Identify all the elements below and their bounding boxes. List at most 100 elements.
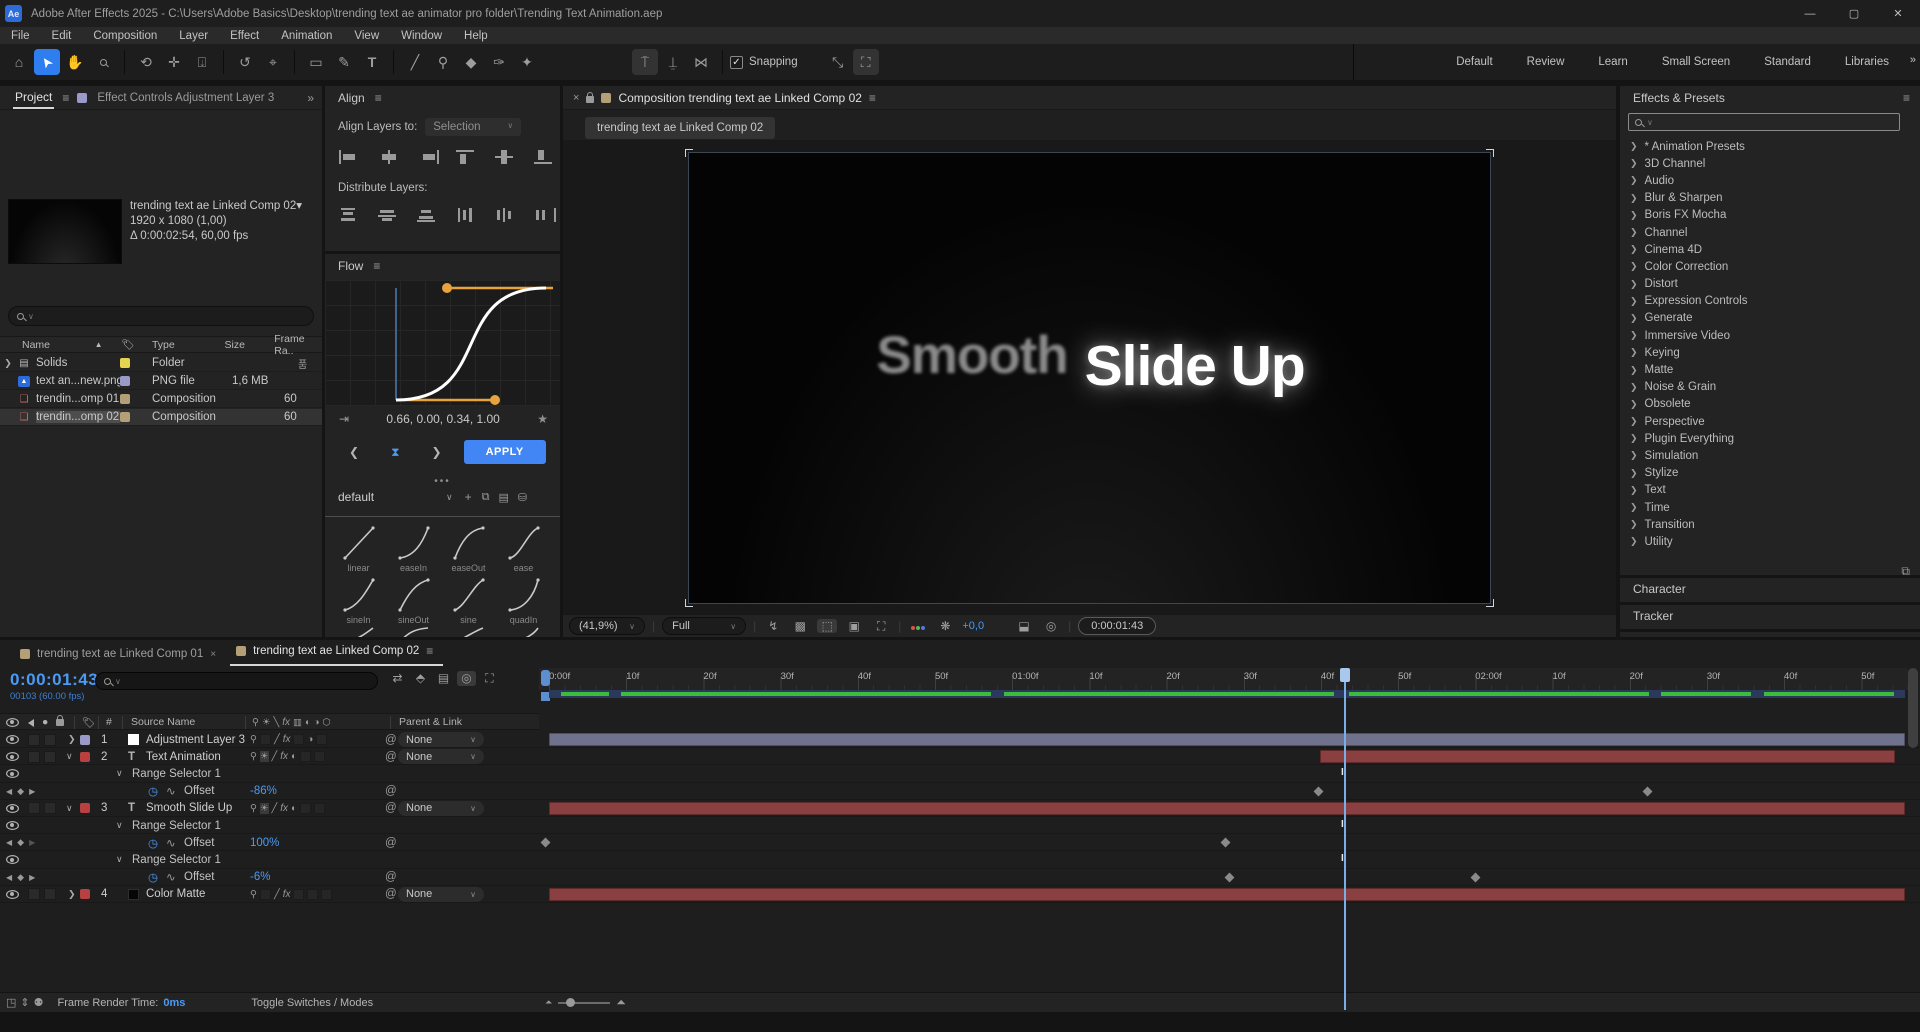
next-keyframe-icon[interactable]: ▶ (29, 787, 35, 796)
layer-name[interactable]: Color Matte (146, 886, 205, 903)
next-keyframe-icon[interactable]: ▶ (29, 873, 35, 882)
chevron-right-icon[interactable]: ❯ (1630, 296, 1638, 307)
project-row-comp01[interactable]: ❑ trendin...omp 01 Composition 60 (0, 391, 322, 408)
preset-sineOut[interactable]: sineOut (386, 574, 441, 625)
parent-link-column[interactable]: Parent & Link (399, 716, 462, 728)
expand-icon[interactable]: ❯ (0, 358, 16, 369)
preset-sine[interactable]: sine (441, 574, 496, 625)
parent-dropdown[interactable]: None∨ (398, 887, 484, 902)
effects-category[interactable]: ❯ Time (1620, 499, 1920, 516)
expand-icon[interactable]: ❯ (68, 886, 76, 903)
chevron-right-icon[interactable]: ❯ (1630, 158, 1638, 169)
shy-switch[interactable]: ⚲ (250, 751, 257, 762)
align-panel-title[interactable]: Align (338, 91, 365, 105)
zoom-knob[interactable] (566, 998, 575, 1007)
orbit-camera-tool-icon[interactable]: ⟲ (133, 49, 159, 75)
layer-name[interactable]: Adjustment Layer 3 (146, 731, 245, 748)
chevron-right-icon[interactable]: ❯ (1630, 502, 1638, 513)
preset-linear[interactable]: linear (331, 522, 386, 573)
pan-behind-tool-icon[interactable]: ⌖ (260, 49, 286, 75)
chevron-right-icon[interactable]: ❯ (1630, 210, 1638, 221)
collapse-icon[interactable]: ∨ (116, 851, 123, 868)
prev-preset-icon[interactable]: ❮ (349, 445, 359, 459)
solo-toggle[interactable] (28, 734, 40, 746)
chevron-right-icon[interactable]: ❯ (1630, 365, 1638, 376)
project-column-headers[interactable]: Name ▲ 🏷 Type Size Frame Ra.. (0, 336, 322, 353)
distribute-v-center-icon[interactable] (378, 208, 400, 222)
eye-icon[interactable] (6, 769, 19, 778)
quality-switch[interactable]: ╱ (274, 889, 280, 900)
lock-toggle[interactable] (44, 751, 56, 763)
chevron-right-icon[interactable]: ❯ (1630, 347, 1638, 358)
property-row-range-selector[interactable]: ∨ Range Selector 1 I (0, 817, 1920, 834)
zoom-tool-icon[interactable] (90, 49, 116, 75)
menu-item[interactable]: View (343, 30, 390, 42)
item-name[interactable]: trendin...omp 01 (36, 393, 120, 405)
chevron-right-icon[interactable]: ❯ (1630, 193, 1638, 204)
effects-category[interactable]: ❯ Blur & Sharpen (1620, 190, 1920, 207)
menu-item[interactable]: Help (453, 30, 499, 42)
lock-icon[interactable] (586, 96, 594, 103)
property-value[interactable]: -6% (250, 869, 270, 886)
panel-menu-icon[interactable]: ≡ (869, 91, 876, 105)
workspace-tab[interactable]: Libraries (1828, 56, 1906, 68)
fx-switch[interactable]: fx (280, 803, 288, 814)
preset-list-icon[interactable]: ▤ (499, 491, 509, 504)
chevron-right-icon[interactable]: ❯ (1630, 399, 1638, 410)
effects-category[interactable]: ❯ Text (1620, 482, 1920, 499)
tab-project[interactable]: Project (13, 87, 54, 109)
column-size[interactable]: Size (225, 339, 275, 351)
layer-duration-bar[interactable] (549, 802, 1905, 815)
column-name[interactable]: Name (22, 339, 95, 351)
adjustment-switch[interactable]: ◑ (307, 734, 313, 745)
distribute-bottom-icon[interactable] (417, 208, 439, 222)
eye-icon[interactable] (6, 752, 19, 761)
snapping-checkbox[interactable]: ✓ (730, 56, 743, 69)
property-row-offset-1[interactable]: ◀ ◆ ▶ ◷ ∿ Offset -86% @ (0, 783, 1920, 800)
close-tab-icon[interactable]: × (573, 92, 579, 104)
close-button[interactable]: ✕ (1876, 0, 1920, 27)
eye-icon[interactable] (6, 855, 19, 864)
pick-whip-icon[interactable]: @ (385, 834, 397, 851)
graph-editor-icon[interactable]: ⛶ (480, 671, 499, 686)
effects-category[interactable]: ❯ Expression Controls (1620, 293, 1920, 310)
effects-category[interactable]: ❯ Boris FX Mocha (1620, 207, 1920, 224)
timeline-tab-comp01[interactable]: trending text ae Linked Comp 01 × (14, 643, 226, 666)
label-column-icon[interactable]: 🏷 (121, 338, 152, 351)
maximize-button[interactable]: ▢ (1832, 0, 1876, 27)
chevron-right-icon[interactable]: ❯ (1630, 244, 1638, 255)
menu-item[interactable]: Animation (270, 30, 343, 42)
add-keyframe-icon[interactable]: ◆ (17, 872, 24, 883)
fast-previews-icon[interactable]: ↯ (763, 619, 783, 633)
panel-menu-icon[interactable]: ≡ (373, 259, 380, 273)
current-timecode[interactable]: 0:00:01:43 (10, 670, 98, 690)
motion-blur-icon[interactable]: ◎ (457, 671, 476, 686)
lock-toggle[interactable] (44, 802, 56, 814)
selection-tool-icon[interactable]: ➤ (34, 49, 60, 75)
effects-category[interactable]: ❯ Stylize (1620, 465, 1920, 482)
toggle-switches-button[interactable]: Toggle Switches / Modes (251, 997, 373, 1009)
layer-row-adjustment[interactable]: ❯ 1 Adjustment Layer 3 ⚲╱fx◑ @ None∨ (0, 731, 1920, 748)
property-value[interactable]: -86% (250, 783, 277, 800)
chevron-right-icon[interactable]: ❯ (1630, 313, 1638, 324)
clone-stamp-tool-icon[interactable]: ⚲ (430, 49, 456, 75)
shape-tool-icon[interactable]: ▭ (303, 49, 329, 75)
local-axis-mode-icon[interactable]: ⍑ (632, 49, 658, 75)
menu-item[interactable]: Window (390, 30, 453, 42)
pick-whip-icon[interactable]: @ (385, 800, 397, 817)
item-name[interactable]: Solids (36, 357, 120, 369)
effects-category[interactable]: ❯ Distort (1620, 276, 1920, 293)
stopwatch-icon[interactable]: ◷ (148, 869, 158, 886)
comp-breadcrumb-button[interactable]: trending text ae Linked Comp 02 (585, 117, 775, 139)
minimize-button[interactable]: — (1788, 0, 1832, 27)
motion-blur-switch[interactable]: ◐ (291, 751, 297, 762)
property-name[interactable]: Offset (184, 834, 214, 851)
comp-viewer[interactable]: Smooth Slide Up (563, 140, 1616, 669)
eye-icon[interactable] (6, 735, 19, 744)
brush-tool-icon[interactable]: ╱ (402, 49, 428, 75)
transparency-grid-icon[interactable]: ▩ (790, 619, 810, 633)
property-group-name[interactable]: Range Selector 1 (132, 765, 221, 782)
chevron-right-icon[interactable]: ❯ (1630, 519, 1638, 530)
pick-whip-icon[interactable]: @ (385, 886, 397, 903)
expand-icon[interactable]: ❯ (68, 731, 76, 748)
